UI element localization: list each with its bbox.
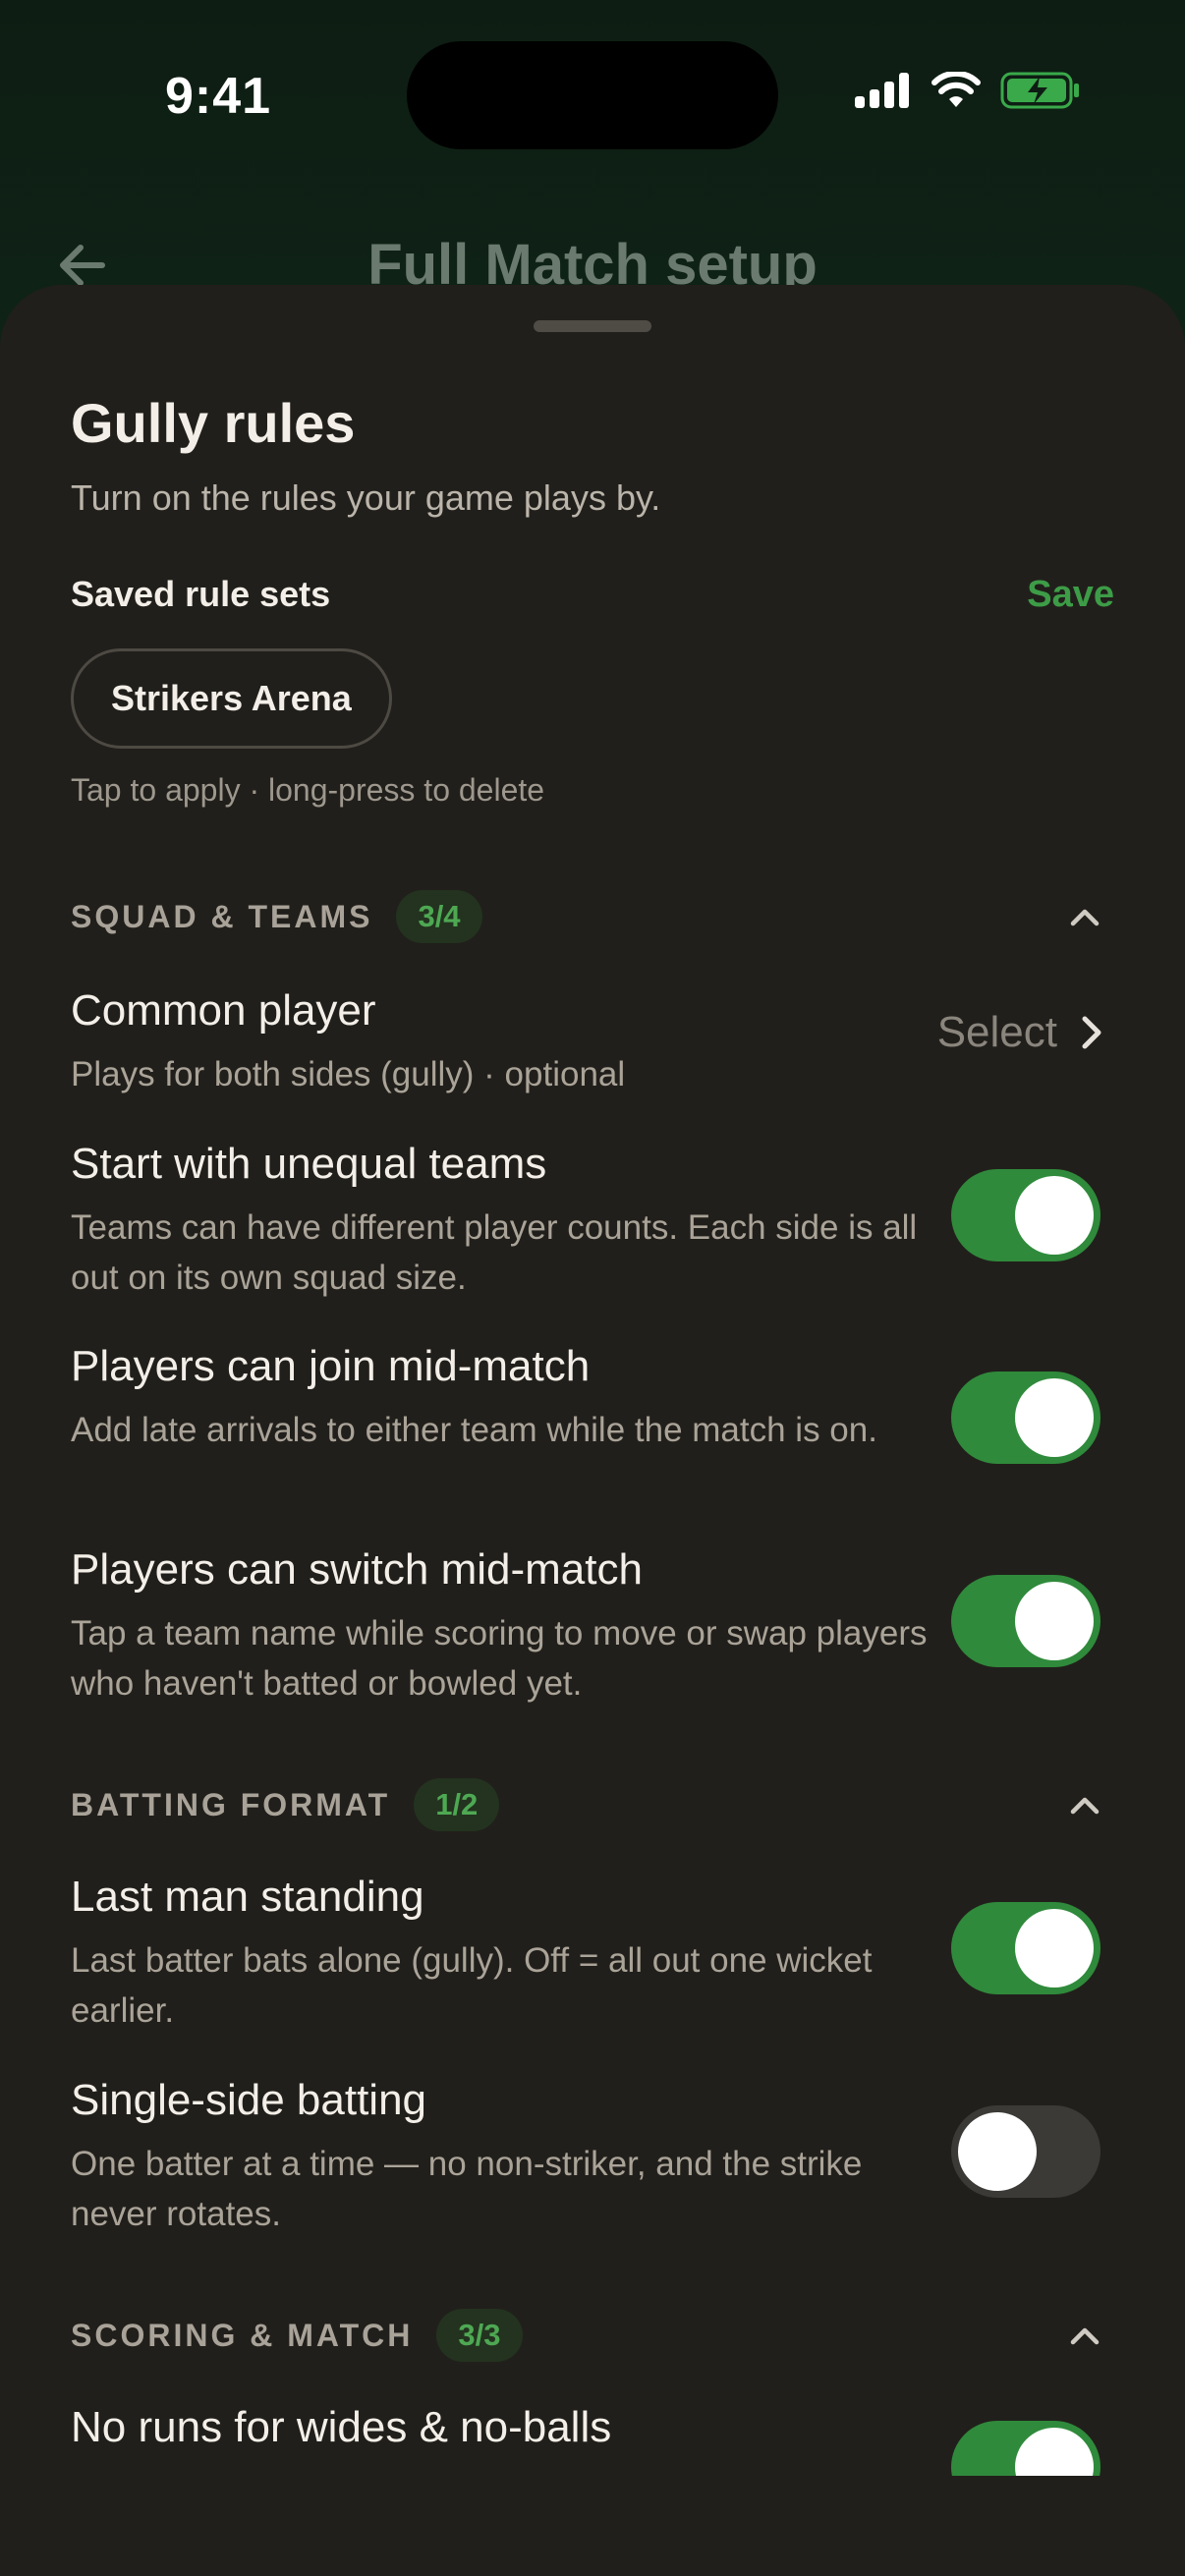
toggle-unequal-teams[interactable] bbox=[951, 1169, 1100, 1261]
toggle-knob bbox=[958, 2112, 1037, 2191]
section-count-badge: 3/4 bbox=[396, 890, 482, 943]
section-header-batting-format[interactable]: BATTING FORMAT 1/2 bbox=[71, 1778, 500, 1831]
row-title: Single-side batting bbox=[71, 2076, 427, 2124]
row-title: Players can join mid-match bbox=[71, 1342, 591, 1390]
row-description: One batter at a time — no non-striker, a… bbox=[71, 2145, 863, 2233]
section-title: SQUAD & TEAMS bbox=[71, 898, 373, 934]
row-title: No runs for wides & no-balls bbox=[71, 2403, 612, 2451]
select-value: Select bbox=[936, 1008, 1057, 1056]
row-title: Common player bbox=[71, 986, 376, 1035]
save-button[interactable]: Save bbox=[1027, 574, 1114, 616]
toggle-knob bbox=[1015, 2428, 1094, 2476]
section-title: BATTING FORMAT bbox=[71, 1786, 391, 1822]
row-description: Last batter bats alone (gully). Off = al… bbox=[71, 1941, 873, 2030]
section-title: SCORING & MATCH bbox=[71, 2317, 414, 2353]
screen: 9:41 Full Match setup Gully rules Turn o… bbox=[0, 0, 1185, 2576]
row-title: Start with unequal teams bbox=[71, 1140, 547, 1188]
rule-set-chip[interactable]: Strikers Arena bbox=[71, 648, 392, 749]
sheet-subtitle: Turn on the rules your game plays by. bbox=[71, 477, 661, 518]
rule-set-hint: Tap to apply · long-press to delete bbox=[71, 772, 545, 808]
sheet-title: Gully rules bbox=[71, 392, 356, 454]
dynamic-island bbox=[407, 41, 778, 149]
rules-sheet: Gully rules Turn on the rules your game … bbox=[0, 285, 1185, 2576]
common-player-select[interactable]: Select bbox=[937, 1008, 1106, 1057]
toggle-knob bbox=[1015, 1909, 1094, 1988]
toggle-switch-mid-match[interactable] bbox=[951, 1575, 1100, 1667]
saved-rule-sets-label: Saved rule sets bbox=[71, 574, 331, 614]
wifi-icon bbox=[931, 72, 981, 107]
sheet-scroll-area[interactable]: Gully rules Turn on the rules your game … bbox=[0, 285, 1185, 2476]
sheet-grabber[interactable] bbox=[534, 320, 651, 332]
row-title: Last man standing bbox=[71, 1873, 424, 1921]
signal-icon bbox=[855, 73, 909, 108]
section-count-badge: 1/2 bbox=[414, 1778, 500, 1831]
section-count-badge: 3/3 bbox=[436, 2309, 523, 2362]
toggle-last-man-standing[interactable] bbox=[951, 1902, 1100, 1994]
chevron-up-icon[interactable] bbox=[1063, 1784, 1106, 1827]
chevron-up-icon[interactable] bbox=[1063, 896, 1106, 939]
battery-charging-icon bbox=[1000, 72, 1079, 109]
toggle-knob bbox=[1015, 1582, 1094, 1660]
row-description: Tap a team name while scoring to move or… bbox=[71, 1614, 928, 1703]
chevron-right-icon bbox=[1082, 1016, 1101, 1049]
chevron-up-icon[interactable] bbox=[1063, 2315, 1106, 2358]
toggle-join-mid-match[interactable] bbox=[951, 1372, 1100, 1464]
toggle-knob bbox=[1015, 1378, 1094, 1457]
row-description: Plays for both sides (gully) · optional bbox=[71, 1055, 626, 1093]
row-title: Players can switch mid-match bbox=[71, 1545, 643, 1594]
status-icons bbox=[855, 71, 1081, 110]
status-time: 9:41 bbox=[165, 68, 272, 125]
row-description: Teams can have different player counts. … bbox=[71, 1208, 918, 1297]
section-header-scoring-match[interactable]: SCORING & MATCH 3/3 bbox=[71, 2309, 523, 2362]
toggle-knob bbox=[1015, 1176, 1094, 1255]
toggle-no-runs-wides[interactable] bbox=[951, 2421, 1100, 2476]
toggle-single-side-batting[interactable] bbox=[951, 2105, 1100, 2198]
section-header-squad-teams[interactable]: SQUAD & TEAMS 3/4 bbox=[71, 890, 482, 943]
row-description: Add late arrivals to either team while t… bbox=[71, 1411, 877, 1449]
